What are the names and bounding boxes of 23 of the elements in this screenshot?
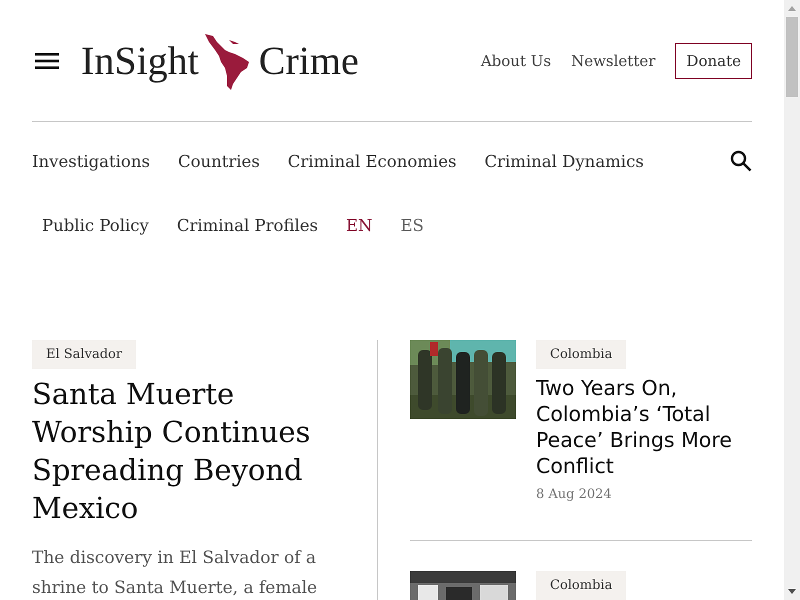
scrollbar[interactable] [784,0,800,600]
article-title[interactable]: Two Years On, Colombia’s ‘Total Peace’ Brings More Conflict [536,375,752,479]
category-tag[interactable]: El Salvador [32,340,136,369]
language-link[interactable]: EN [346,216,372,235]
category-tag[interactable]: Colombia [536,340,626,369]
nav-link[interactable]: Countries [178,152,260,170]
logo-text[interactable]: InSight [81,37,199,84]
article-summary: The discovery in El Salvador of a shrine to Santa Muerte, a female [32,547,318,600]
nav-link[interactable]: Criminal Profiles [176,216,318,235]
nav-link[interactable]: Public Policy [42,216,149,235]
article-date: 8 Aug 2024 [536,487,613,502]
nav-link[interactable]: Investigations [32,152,150,170]
logo-text[interactable]: Crime [258,37,359,84]
language-link[interactable]: ES [400,216,424,235]
menu-icon[interactable] [35,52,59,70]
header-link[interactable]: Newsletter [571,52,656,70]
article-title[interactable]: Santa Muerte Worship Continues Spreading Beyond Mexico [32,375,345,527]
header-link[interactable]: About Us [480,52,552,70]
nav-link[interactable]: Criminal Economies [288,152,456,170]
nav-link[interactable]: Criminal Dynamics [484,152,644,170]
donate-button[interactable]: Donate [675,42,752,78]
category-tag[interactable]: Colombia [536,571,626,600]
search-icon[interactable] [730,150,752,172]
